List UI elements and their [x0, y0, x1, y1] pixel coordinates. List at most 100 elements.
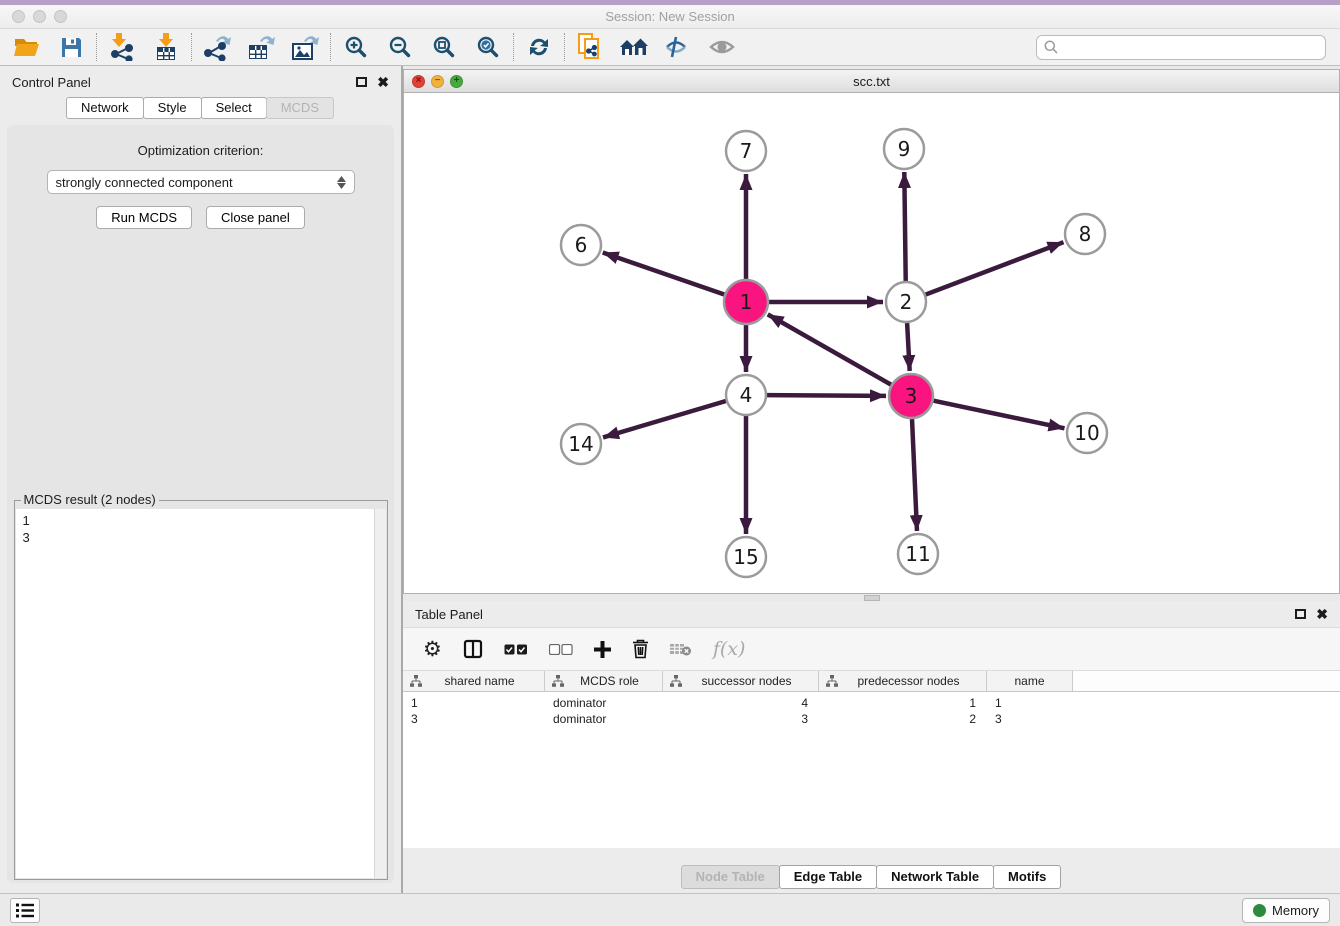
result-scrollbar[interactable] — [374, 509, 386, 878]
open-session-icon[interactable] — [12, 33, 42, 61]
status-bar: Memory — [0, 893, 1340, 926]
graph-edge-2-9[interactable] — [904, 172, 905, 281]
search-field[interactable] — [1036, 35, 1326, 60]
network-minimize-button[interactable]: − — [431, 75, 444, 88]
delete-column-trash-icon[interactable] — [632, 635, 649, 663]
table-row[interactable]: 1 dominator 4 1 1 — [403, 695, 1340, 711]
graph-node-11[interactable]: 11 — [898, 534, 938, 574]
cell-successor-nodes[interactable]: 4 — [663, 696, 819, 710]
cell-predecessor-nodes[interactable]: 1 — [819, 696, 987, 710]
close-panel-icon[interactable]: ✖ — [1316, 607, 1328, 621]
network-graph[interactable]: 7 9 6 8 1 2 4 3 14 10 15 11 — [404, 93, 1334, 593]
cell-predecessor-nodes[interactable]: 2 — [819, 712, 987, 726]
graph-node-15[interactable]: 15 — [726, 537, 766, 577]
graph-edge-4-14[interactable] — [603, 401, 726, 437]
column-header-name[interactable]: name — [987, 671, 1073, 691]
network-canvas[interactable]: 7 9 6 8 1 2 4 3 14 10 15 11 — [404, 93, 1339, 593]
import-table-icon[interactable] — [151, 33, 181, 61]
zoom-selected-icon[interactable] — [473, 33, 503, 61]
export-table-icon[interactable] — [246, 33, 276, 61]
cell-mcds-role[interactable]: dominator — [545, 696, 663, 710]
graph-edge-1-6[interactable] — [603, 253, 725, 295]
cell-shared-name[interactable]: 3 — [403, 712, 545, 726]
export-network-icon[interactable] — [202, 33, 232, 61]
column-visibility-icon[interactable] — [463, 635, 483, 663]
workspace: × − + scc.txt 7968124314101511 Table Pan… — [403, 66, 1340, 893]
float-panel-icon[interactable] — [356, 77, 367, 87]
graph-node-9[interactable]: 9 — [884, 129, 924, 169]
import-network-icon[interactable] — [107, 33, 137, 61]
horizontal-splitter[interactable] — [403, 594, 1340, 601]
tab-node-table[interactable]: Node Table — [681, 865, 780, 889]
graph-node-3[interactable]: 3 — [889, 374, 933, 418]
function-builder-icon[interactable]: f(x) — [713, 635, 746, 663]
column-header-successor-nodes[interactable]: successor nodes — [663, 671, 819, 691]
splitter-handle-icon[interactable] — [864, 595, 880, 601]
column-tree-icon — [410, 675, 422, 687]
table-header: shared name MCDS role successor nodes pr… — [403, 671, 1340, 692]
run-mcds-button[interactable]: Run MCDS — [96, 206, 192, 229]
table-rows: 1 dominator 4 1 1 3 dominator 3 2 3 — [403, 692, 1340, 848]
hide-graphics-details-icon[interactable] — [663, 33, 693, 61]
export-image-icon[interactable] — [290, 33, 320, 61]
cell-successor-nodes[interactable]: 3 — [663, 712, 819, 726]
create-column-plus-icon[interactable] — [594, 635, 611, 663]
column-header-mcds-role[interactable]: MCDS role — [545, 671, 663, 691]
select-all-icon[interactable] — [504, 635, 528, 663]
svg-text:15: 15 — [733, 545, 758, 569]
graph-node-8[interactable]: 8 — [1065, 214, 1105, 254]
tab-mcds[interactable]: MCDS — [266, 97, 334, 119]
optimization-criterion-select[interactable]: strongly connected component — [47, 170, 355, 194]
zoom-fit-icon[interactable] — [429, 33, 459, 61]
tab-network[interactable]: Network — [66, 97, 144, 119]
search-input[interactable] — [1063, 40, 1318, 55]
network-close-button[interactable]: × — [412, 75, 425, 88]
network-from-document-icon[interactable] — [575, 33, 605, 61]
graph-node-6[interactable]: 6 — [561, 225, 601, 265]
graph-node-10[interactable]: 10 — [1067, 413, 1107, 453]
zoom-in-icon[interactable] — [341, 33, 371, 61]
graph-node-4[interactable]: 4 — [726, 375, 766, 415]
cell-mcds-role[interactable]: dominator — [545, 712, 663, 726]
graph-node-1[interactable]: 1 — [724, 280, 768, 324]
tab-edge-table[interactable]: Edge Table — [779, 865, 877, 889]
memory-label: Memory — [1272, 903, 1319, 918]
graph-node-2[interactable]: 2 — [886, 282, 926, 322]
tab-network-table[interactable]: Network Table — [876, 865, 994, 889]
graph-node-7[interactable]: 7 — [726, 131, 766, 171]
graph-edge-2-3[interactable] — [907, 323, 910, 371]
close-panel-button[interactable]: Close panel — [206, 206, 305, 229]
memory-button[interactable]: Memory — [1242, 898, 1330, 923]
graph-edge-4-3[interactable] — [767, 395, 886, 396]
graph-edge-3-1[interactable] — [768, 314, 891, 384]
column-header-shared-name[interactable]: shared name — [403, 671, 545, 691]
refresh-icon[interactable] — [524, 33, 554, 61]
tab-motifs[interactable]: Motifs — [993, 865, 1061, 889]
deselect-all-icon[interactable] — [549, 635, 573, 663]
graph-node-14[interactable]: 14 — [561, 424, 601, 464]
tab-style[interactable]: Style — [143, 97, 202, 119]
panel-chooser-button[interactable] — [10, 898, 40, 923]
graph-edge-3-10[interactable] — [934, 401, 1065, 429]
tab-select[interactable]: Select — [201, 97, 267, 119]
table-settings-gear-icon[interactable]: ⚙ — [423, 635, 442, 663]
network-zoom-button[interactable]: + — [450, 75, 463, 88]
delete-table-icon[interactable] — [670, 635, 692, 663]
control-panel-header: Control Panel ✖ — [0, 69, 401, 95]
show-graphics-details-icon[interactable] — [707, 33, 737, 61]
cell-name[interactable]: 1 — [987, 696, 1073, 710]
cell-shared-name[interactable]: 1 — [403, 696, 545, 710]
close-panel-icon[interactable]: ✖ — [377, 75, 389, 89]
home-icon[interactable] — [619, 33, 649, 61]
graph-edge-2-8[interactable] — [926, 242, 1064, 294]
column-tree-icon — [670, 675, 682, 687]
float-panel-icon[interactable] — [1295, 609, 1306, 619]
table-row[interactable]: 3 dominator 3 2 3 — [403, 711, 1340, 727]
mcds-result-area[interactable]: 1 3 — [16, 509, 386, 878]
search-area — [1036, 35, 1326, 60]
zoom-out-icon[interactable] — [385, 33, 415, 61]
graph-edge-3-11[interactable] — [912, 419, 917, 531]
save-session-icon[interactable] — [56, 33, 86, 61]
cell-name[interactable]: 3 — [987, 712, 1073, 726]
column-header-predecessor-nodes[interactable]: predecessor nodes — [819, 671, 987, 691]
